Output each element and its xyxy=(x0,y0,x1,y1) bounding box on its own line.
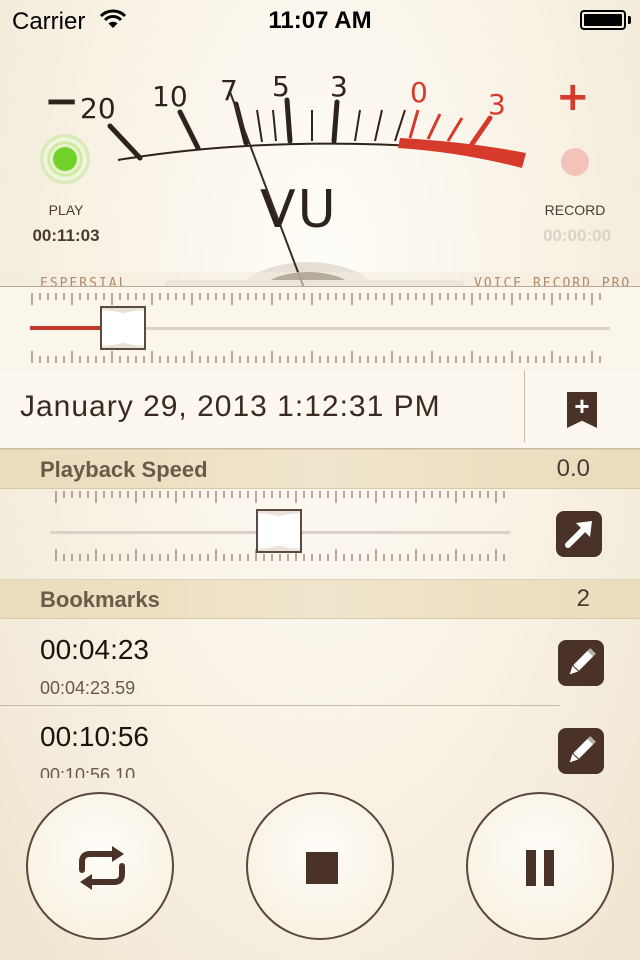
meter-minus-sign: − xyxy=(44,76,80,125)
playback-speed-row xyxy=(0,487,640,579)
play-time: 00:11:03 xyxy=(32,226,100,245)
section-title: Playback Speed xyxy=(40,457,208,482)
diagonal-arrow-icon xyxy=(565,521,592,548)
edit-bookmark-button[interactable] xyxy=(558,640,604,686)
bookmark-time: 00:04:23 xyxy=(40,634,149,665)
meter-scale-label: 3 xyxy=(488,88,506,121)
add-bookmark-button[interactable]: + xyxy=(540,370,640,448)
playback-progress[interactable] xyxy=(0,286,640,371)
section-title: Bookmarks xyxy=(40,587,160,612)
repeat-button[interactable] xyxy=(26,792,174,940)
meter-minor-ticks xyxy=(256,109,406,143)
recording-date: January 29, 2013 1:12:31 PM xyxy=(20,390,441,423)
progress-slider-handle[interactable] xyxy=(99,306,146,350)
bookmark-detail: 00:04:23.59 xyxy=(40,678,136,698)
stop-icon xyxy=(306,852,338,884)
battery-tip xyxy=(628,16,631,24)
meter-scale-label: 3 xyxy=(330,70,348,103)
speed-slider-handle[interactable] xyxy=(256,509,302,553)
pencil-icon xyxy=(569,736,596,763)
stop-button[interactable] xyxy=(246,792,394,940)
meter-scale-label: 10 xyxy=(152,80,188,113)
pencil-icon xyxy=(569,648,596,675)
meter-plus-sign: + xyxy=(556,74,590,120)
vu-meter: − 20 10 7 5 3 0 3 + VU PLAY 00:11:03 REC… xyxy=(0,40,640,290)
repeat-icon xyxy=(79,846,125,890)
bookmarks-count: 2 xyxy=(576,585,590,612)
status-time: 11:07 AM xyxy=(268,7,372,34)
expand-button[interactable] xyxy=(556,511,602,557)
edit-bookmark-button[interactable] xyxy=(558,728,604,774)
record-label: RECORD xyxy=(544,202,606,218)
meter-scale-label: 20 xyxy=(80,92,116,125)
list-item[interactable]: 00:10:56 00:10:56.10 xyxy=(0,706,640,778)
list-item[interactable]: 00:04:23 00:04:23.59 xyxy=(0,618,640,706)
vu-label: VU xyxy=(260,180,338,240)
meter-scale-label: 7 xyxy=(220,74,238,107)
play-indicator-icon xyxy=(36,130,94,188)
meter-red-ticks xyxy=(408,109,464,142)
status-bar: Carrier 11:07 AM xyxy=(0,0,640,40)
meter-red-zone xyxy=(398,138,526,168)
bookmark-time: 00:10:56 xyxy=(40,721,149,752)
meter-major-ticks xyxy=(107,97,340,161)
meter-scale-label: 5 xyxy=(272,70,290,103)
playback-speed-value: 0.0 xyxy=(556,455,590,482)
meter-dial xyxy=(0,91,640,290)
bookmarks-list: 00:04:23 00:04:23.59 00:10:56 00:10:56.1… xyxy=(0,618,640,778)
bookmark-detail: 00:10:56.10 xyxy=(40,765,136,778)
meter-red-major-tick xyxy=(469,115,493,147)
battery-icon xyxy=(580,10,626,30)
pause-button[interactable] xyxy=(466,792,614,940)
meter-scale-label: 0 xyxy=(410,76,428,109)
divider xyxy=(524,370,525,442)
playback-speed-header: Playback Speed 0.0 xyxy=(0,449,640,489)
recording-info-row: January 29, 2013 1:12:31 PM + xyxy=(0,370,640,449)
bookmarks-header: Bookmarks 2 xyxy=(0,579,640,619)
pause-icon xyxy=(468,794,612,938)
play-label: PLAY xyxy=(48,202,84,218)
record-indicator-icon xyxy=(561,148,589,176)
record-time: 00:00:00 xyxy=(542,226,612,245)
